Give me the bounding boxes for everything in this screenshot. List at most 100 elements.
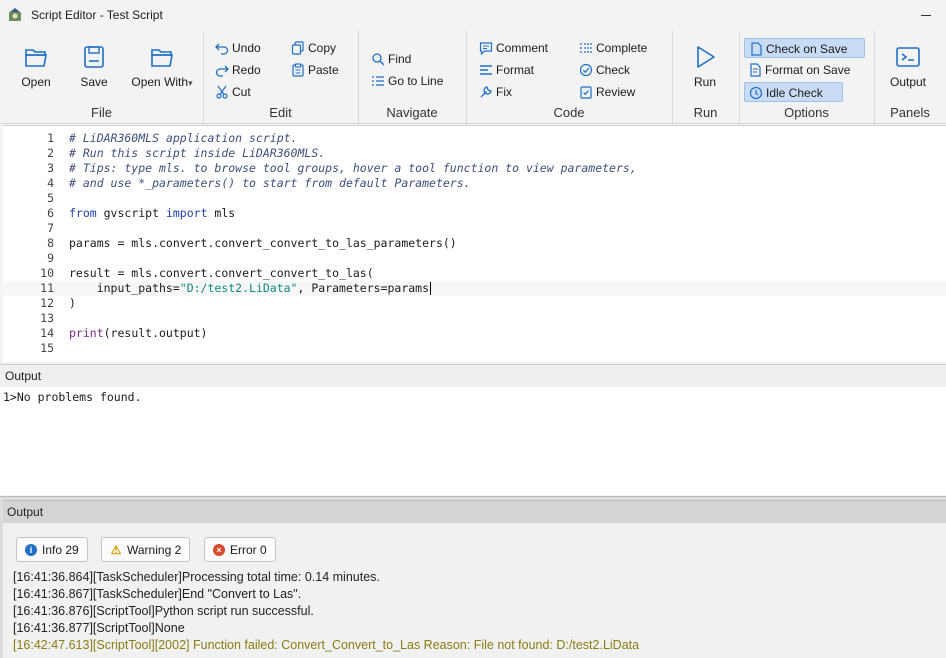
open-with-button[interactable]: Open With▾ — [128, 43, 196, 89]
app-output-panel: i Info 29 ⚠ Warning 2 × Error 0 [16:41:36.8… — [3, 523, 946, 658]
code-line[interactable]: 10 result = mls.convert.convert_convert_t… — [3, 266, 946, 281]
format-on-save-toggle[interactable]: Format on Save — [748, 60, 850, 80]
app-output-title: Output — [7, 505, 44, 519]
ribbon-group-options: Check on Save Format on Save Idle Check … — [739, 31, 875, 123]
complete-list-icon — [580, 43, 592, 53]
ribbon-group-run: Run Run — [672, 31, 740, 123]
output-panel-body[interactable]: 1>No problems found. — [0, 387, 946, 495]
check-on-save-toggle[interactable]: Check on Save — [744, 38, 865, 58]
group-label-run: Run — [693, 105, 718, 120]
comment-button[interactable]: Comment — [479, 38, 548, 58]
text-cursor — [430, 282, 432, 295]
code-line[interactable]: 4 # and use *_parameters() to start from … — [3, 176, 946, 191]
output-label: Output — [889, 75, 927, 89]
line-number: 15 — [40, 341, 54, 355]
open-label: Open — [21, 75, 51, 89]
output-panel-button[interactable]: Output — [884, 43, 932, 89]
info-icon: i — [25, 543, 37, 556]
go-to-line-button[interactable]: Go to Line — [371, 71, 443, 91]
log-line: [16:41:36.867][TaskScheduler]End "Conver… — [13, 587, 302, 601]
scissors-icon — [216, 85, 228, 99]
group-label-options: Options — [784, 105, 829, 120]
code-text: # and use *_parameters() to start from d… — [69, 176, 471, 190]
find-button[interactable]: Find — [371, 49, 411, 69]
ribbon-group-edit: Undo Redo Cut Copy Paste Edit — [203, 31, 359, 123]
code-line[interactable]: 14 print(result.output) — [3, 326, 946, 341]
line-number: 13 — [40, 311, 54, 325]
app-icon — [9, 8, 21, 21]
code-line[interactable]: 13 — [3, 311, 946, 326]
code-text: input_paths="D:/test2.LiData", Parameter… — [69, 281, 432, 295]
output-text: 1>No problems found. — [3, 390, 142, 404]
code-line[interactable]: 15 — [3, 341, 946, 356]
line-number: 2 — [47, 146, 54, 160]
undo-button[interactable]: Undo — [215, 38, 261, 58]
code-line[interactable]: 8 params = mls.convert.convert_convert_to… — [3, 236, 946, 251]
line-number: 11 — [40, 281, 54, 295]
cut-button[interactable]: Cut — [215, 82, 251, 102]
ribbon-group-panels: Output Panels — [874, 31, 946, 123]
wrench-icon — [480, 86, 492, 98]
code-text: from gvscript import mls — [69, 206, 236, 220]
review-button[interactable]: Review — [579, 82, 635, 102]
open-button[interactable]: Open — [12, 43, 60, 89]
line-number: 8 — [47, 236, 54, 250]
script-editor-window: Script Editor - Test Script Open Save Op… — [0, 0, 946, 497]
info-filter-button[interactable]: i Info 29 — [16, 537, 88, 562]
ribbon-group-navigate: Find Go to Line Navigate — [358, 31, 467, 123]
comment-icon — [479, 42, 493, 56]
format-button[interactable]: Format — [479, 60, 534, 80]
play-icon — [697, 46, 715, 68]
group-label-panels: Panels — [890, 105, 930, 120]
code-line[interactable]: 9 — [3, 251, 946, 266]
line-number: 12 — [40, 296, 54, 310]
redo-icon — [215, 65, 229, 77]
code-line[interactable]: 7 — [3, 221, 946, 236]
run-label: Run — [693, 75, 716, 89]
folder-open-icon — [25, 49, 47, 67]
log-line: [16:41:36.864][TaskScheduler]Processing … — [13, 570, 380, 584]
line-number: 3 — [47, 161, 54, 175]
copy-button[interactable]: Copy — [291, 38, 336, 58]
minimize-button[interactable] — [918, 6, 936, 24]
error-filter-button[interactable]: × Error 0 — [204, 537, 276, 562]
log-line-error: [16:42:47.613][ScriptTool][2002] Functio… — [13, 638, 640, 652]
format-icon — [480, 65, 492, 75]
code-text: # Tips: type mls. to browse tool groups,… — [69, 161, 637, 175]
warning-filter-button[interactable]: ⚠ Warning 2 — [101, 537, 191, 562]
save-button[interactable]: Save — [70, 43, 118, 89]
output-panel-header: Output — [0, 364, 946, 388]
format-document-icon — [750, 63, 761, 77]
group-label-navigate: Navigate — [386, 105, 438, 120]
group-label-edit: Edit — [269, 105, 292, 120]
ribbon-group-code: Comment Format Fix Complete Check Review… — [466, 31, 673, 123]
line-number: 10 — [40, 266, 54, 280]
folder-open-with-icon — [151, 49, 173, 67]
open-with-label: Open With — [131, 75, 189, 89]
warning-icon: ⚠ — [110, 542, 122, 557]
group-label-file: File — [91, 105, 112, 120]
line-number: 4 — [47, 176, 54, 190]
idle-check-toggle[interactable]: Idle Check — [744, 82, 843, 102]
fix-button[interactable]: Fix — [479, 82, 512, 102]
code-text: # Run this script inside LiDAR360MLS. — [69, 146, 326, 160]
review-icon — [580, 86, 592, 99]
code-line[interactable]: 5 — [3, 191, 946, 206]
code-line[interactable]: 3 # Tips: type mls. to browse tool groups… — [3, 161, 946, 176]
paste-button[interactable]: Paste — [291, 60, 339, 80]
code-text: result = mls.convert.convert_convert_to_… — [69, 266, 374, 280]
code-line[interactable]: 2 # Run this script inside LiDAR360MLS. — [3, 146, 946, 161]
app-output-header: Output — [3, 500, 946, 523]
complete-button[interactable]: Complete — [579, 38, 647, 58]
redo-button[interactable]: Redo — [215, 60, 261, 80]
code-line[interactable]: 6 from gvscript import mls — [3, 206, 946, 221]
line-number: 6 — [47, 206, 54, 220]
code-editor[interactable]: 1 # LiDAR360MLS application script. 2 # Run… — [3, 125, 946, 362]
copy-icon — [291, 41, 304, 55]
code-line[interactable]: 1 # LiDAR360MLS application script. — [3, 131, 946, 146]
code-line[interactable]: 11 input_paths="D:/test2.LiData", Parame… — [3, 281, 946, 296]
ribbon: Open Save Open With▾ File Undo Redo Cut … — [0, 31, 946, 124]
code-line[interactable]: 12) — [3, 296, 946, 311]
run-button[interactable]: Run — [681, 43, 729, 89]
check-button[interactable]: Check — [579, 60, 630, 80]
